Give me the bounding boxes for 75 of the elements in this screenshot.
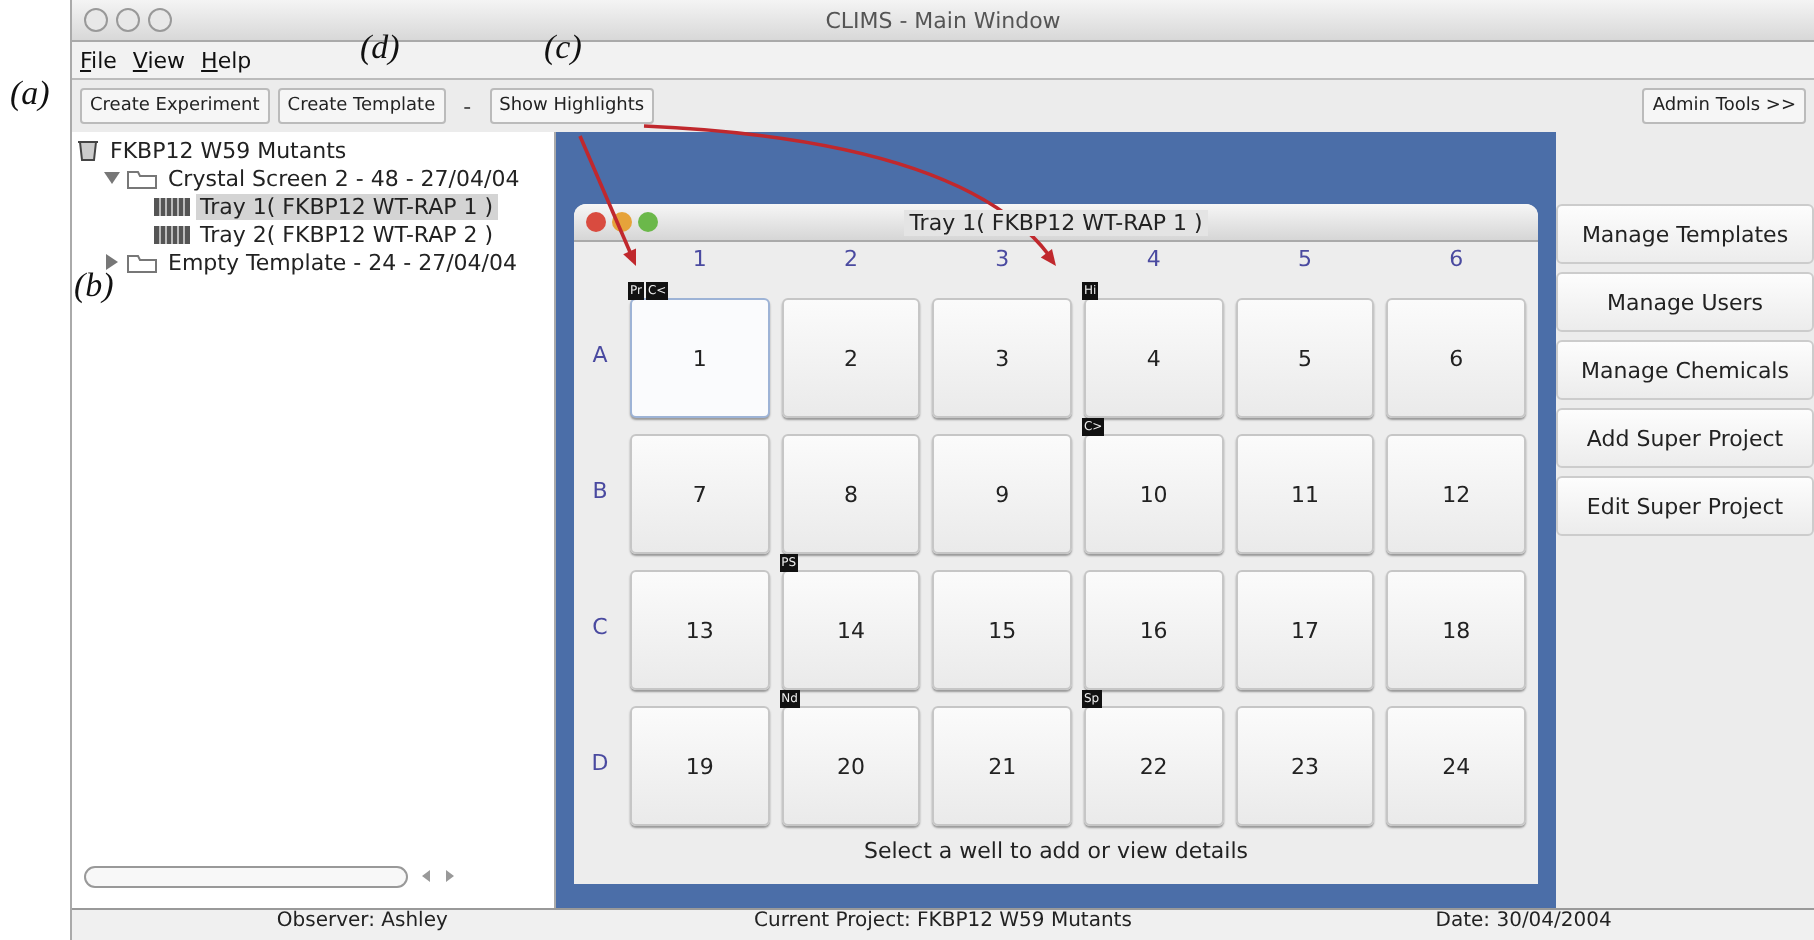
annotation-label: (a): [10, 74, 50, 114]
side-button[interactable]: Manage Users: [1556, 272, 1814, 332]
window-control-button[interactable]: [116, 8, 140, 32]
annotation-arrow: [578, 135, 636, 266]
toolbar-button[interactable]: Create Experiment: [80, 88, 270, 124]
well-button[interactable]: 19: [630, 706, 770, 826]
tree-item[interactable]: FKBP12 W59 Mutants: [106, 137, 351, 163]
window-title: CLIMS - Main Window: [825, 7, 1061, 33]
well-button[interactable]: 4: [1083, 298, 1224, 418]
well-button[interactable]: 10: [1083, 434, 1224, 554]
column-header: 4: [1144, 246, 1163, 276]
well-button[interactable]: 1: [630, 298, 770, 418]
well-button[interactable]: 23: [1235, 706, 1375, 826]
well-button[interactable]: 5: [1235, 298, 1375, 418]
menu-item[interactable]: Help: [201, 47, 252, 73]
tree-item[interactable]: Crystal Screen 2 - 48 - 27/04/04: [164, 165, 524, 191]
scrollbar-thumb[interactable]: [84, 865, 408, 887]
well-button[interactable]: 20: [781, 706, 921, 826]
well-button[interactable]: 15: [932, 570, 1072, 690]
window-control-button[interactable]: [148, 8, 172, 32]
well-button[interactable]: 17: [1235, 570, 1375, 690]
column-header: 2: [841, 246, 860, 276]
expanded-triangle-icon[interactable]: [104, 170, 120, 186]
menu-item[interactable]: View: [132, 47, 186, 73]
hint-text: Select a well to add or view details: [861, 836, 1250, 864]
menu-item[interactable]: File: [80, 47, 117, 73]
side-button[interactable]: Add Super Project: [1556, 408, 1814, 468]
annotation-label: (b): [74, 266, 114, 306]
tray-title: Tray 1( FKBP12 WT-RAP 1 ): [903, 209, 1209, 235]
well-button[interactable]: 7: [630, 434, 770, 554]
folder-icon: [126, 251, 158, 273]
column-header: 6: [1447, 246, 1466, 276]
row-header: B: [590, 475, 610, 507]
well-button[interactable]: 18: [1386, 570, 1526, 690]
tray-icon: [154, 197, 190, 215]
row-header: A: [590, 339, 610, 371]
tree-item[interactable]: Tray 2( FKBP12 WT-RAP 2 ): [196, 221, 498, 247]
annotation-label: (c): [544, 28, 582, 68]
row-header: C: [590, 611, 610, 643]
window-control-button[interactable]: [84, 8, 108, 32]
toolbar-button[interactable]: Create Template: [277, 88, 446, 124]
well-button[interactable]: 2: [781, 298, 921, 418]
trash-can-icon: [76, 138, 100, 162]
column-header: 1: [690, 246, 709, 276]
row-header: D: [589, 747, 611, 779]
column-header: 5: [1295, 246, 1314, 276]
scroll-arrows-icon[interactable]: [420, 868, 456, 884]
well-button[interactable]: 9: [932, 434, 1072, 554]
well-button[interactable]: 16: [1083, 570, 1224, 690]
well-button[interactable]: 11: [1235, 434, 1375, 554]
status-text: Date: 30/04/2004: [1433, 910, 1614, 936]
separator-text: -: [461, 93, 474, 119]
show-highlights-button[interactable]: Show Highlights: [489, 88, 655, 124]
well-button[interactable]: 13: [630, 570, 770, 690]
well-button[interactable]: 3: [932, 298, 1072, 418]
column-header: 3: [993, 246, 1012, 276]
side-button[interactable]: Edit Super Project: [1556, 476, 1814, 536]
well-button[interactable]: 24: [1386, 706, 1526, 826]
well-button[interactable]: 22: [1083, 706, 1224, 826]
admin-tools-button[interactable]: Admin Tools >>: [1642, 88, 1806, 124]
well-button[interactable]: 21: [932, 706, 1072, 826]
status-text: Current Project: FKBP12 W59 Mutants: [752, 910, 1134, 936]
collapsed-triangle-icon[interactable]: [104, 254, 120, 270]
status-text: Observer: Ashley: [274, 910, 450, 936]
well-button[interactable]: 12: [1386, 434, 1526, 554]
folder-icon: [126, 167, 158, 189]
tree-item[interactable]: Tray 1( FKBP12 WT-RAP 1 ): [196, 193, 498, 219]
well-button[interactable]: 6: [1386, 298, 1526, 418]
well-button[interactable]: 8: [781, 434, 921, 554]
well-button[interactable]: 14: [781, 570, 921, 690]
side-button[interactable]: Manage Chemicals: [1556, 340, 1814, 400]
side-button[interactable]: Manage Templates: [1556, 204, 1814, 264]
tree-item[interactable]: Empty Template - 24 - 27/04/04: [164, 249, 521, 275]
annotation-label: (d): [360, 28, 400, 68]
tray-icon: [154, 225, 190, 243]
